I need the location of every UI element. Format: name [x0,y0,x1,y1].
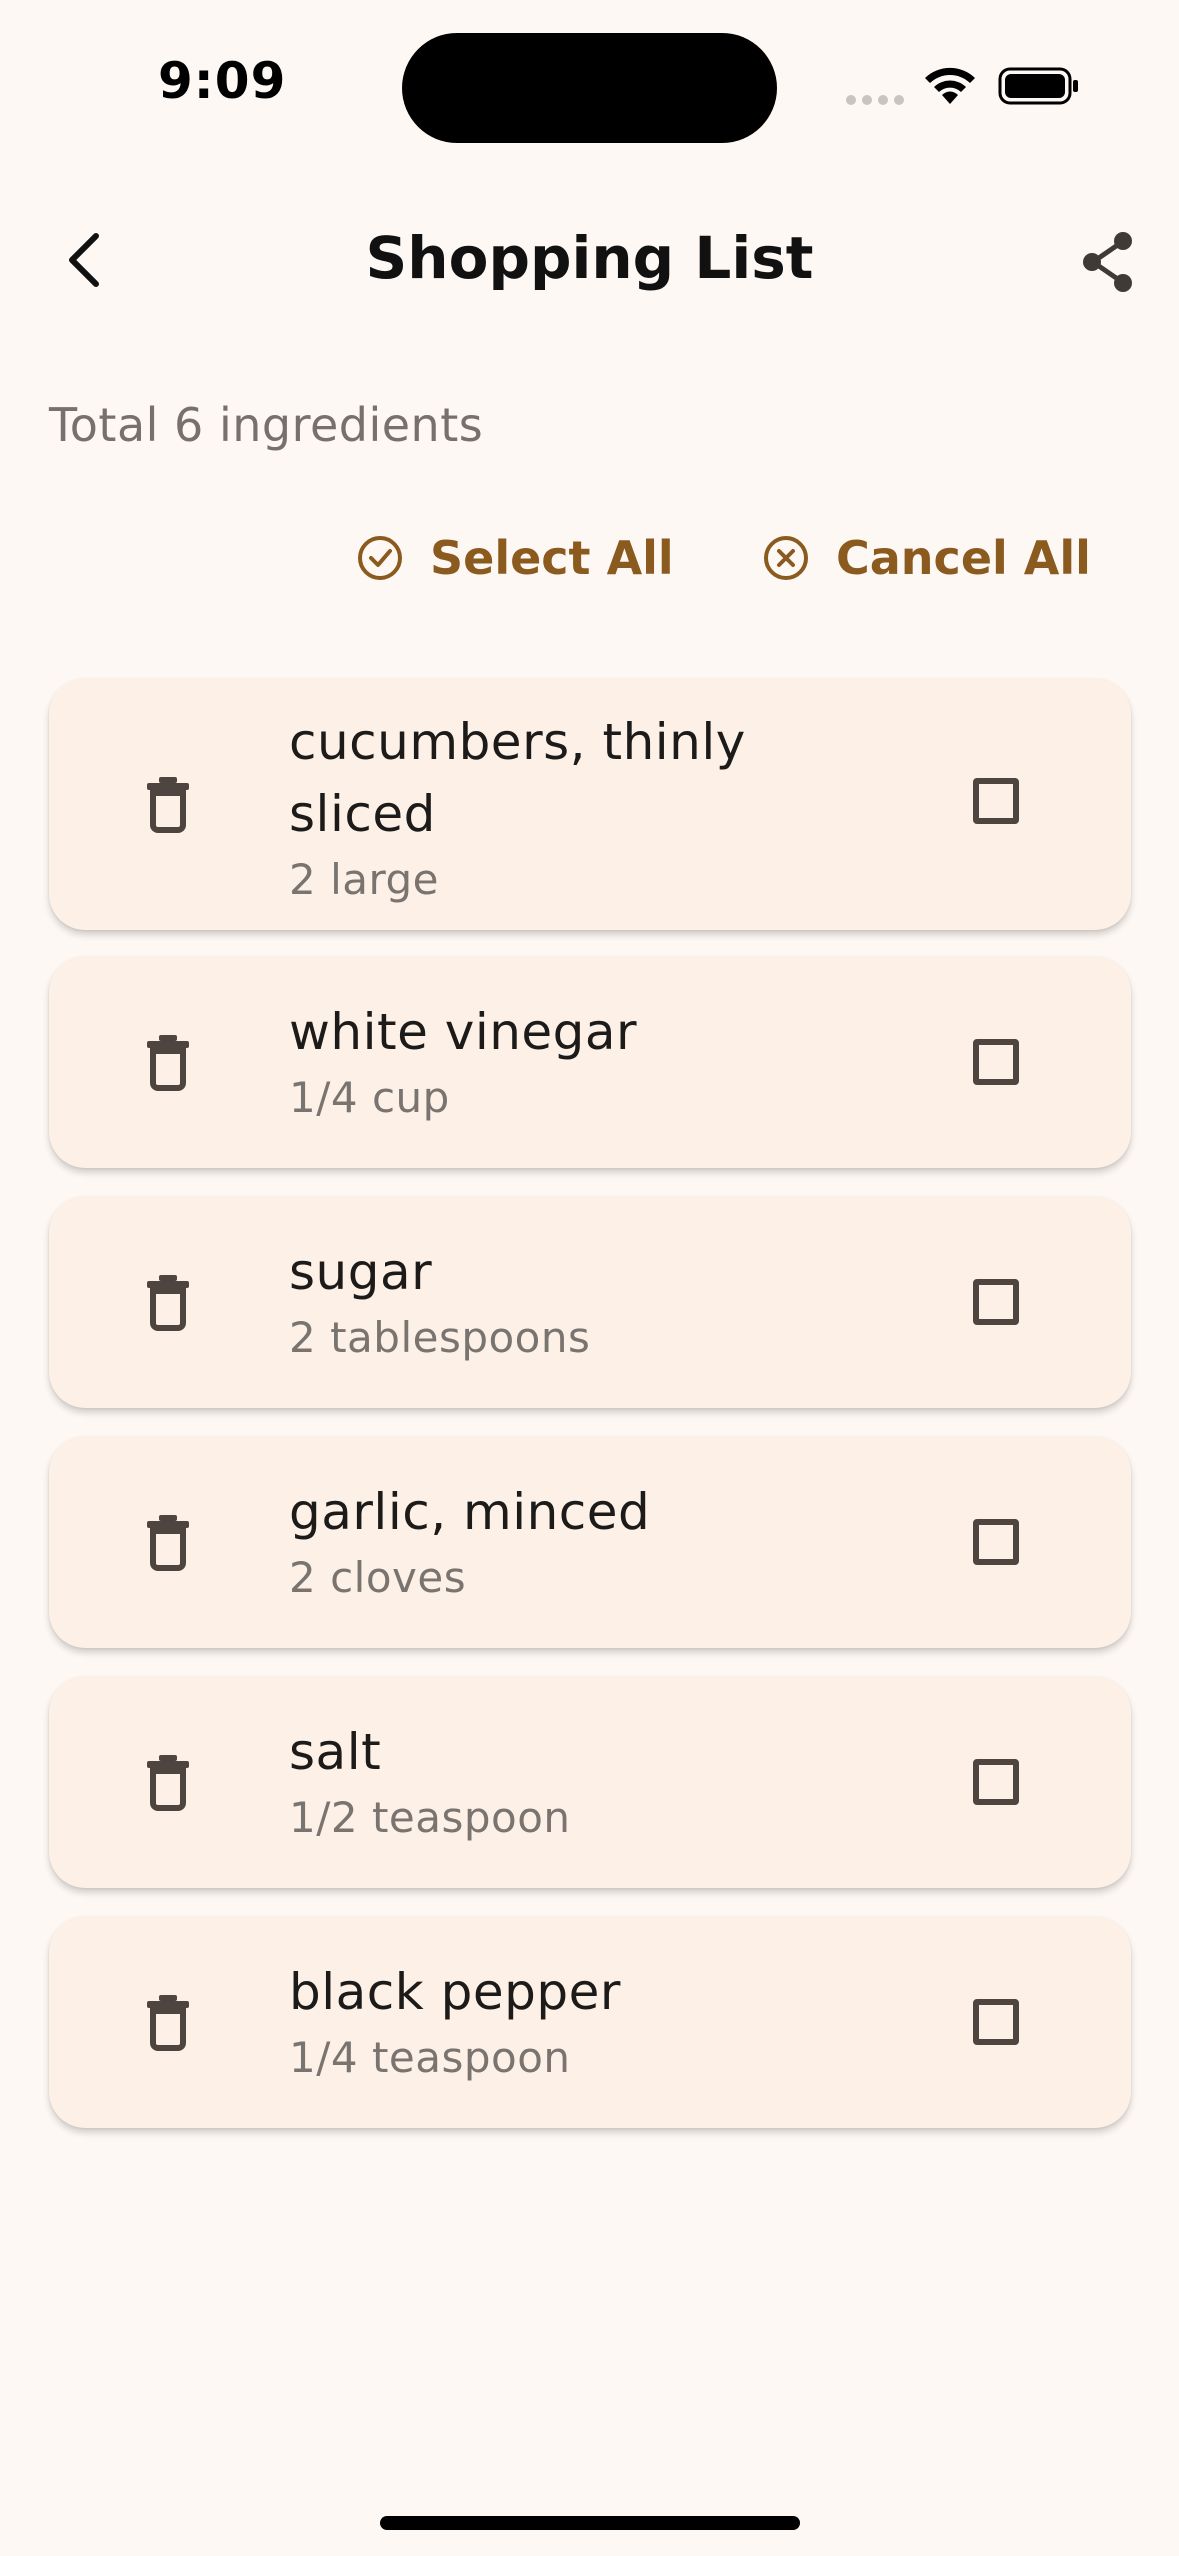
battery-icon [998,67,1078,105]
select-all-button[interactable]: Select All [356,528,674,588]
delete-button[interactable] [144,775,192,833]
select-all-label: Select All [430,531,674,585]
item-checkbox[interactable] [973,1519,1019,1565]
list-item: salt 1/2 teaspoon [49,1676,1131,1888]
share-icon [1083,232,1132,292]
item-name: cucumbers, thinly sliced [289,713,746,843]
item-checkbox[interactable] [973,1039,1019,1085]
item-quantity: 1/4 teaspoon [289,2033,571,2082]
cellular-signal-icon [846,95,904,105]
trash-icon [147,1995,189,2051]
item-name: black pepper [289,1963,621,2021]
total-ingredients-label: Total 6 ingredients [49,398,484,452]
item-name: garlic, minced [289,1483,651,1541]
page-title: Shopping List [365,224,814,292]
delete-button[interactable] [144,1033,192,1091]
cancel-all-button[interactable]: Cancel All [762,528,1091,588]
delete-button[interactable] [144,1273,192,1331]
wifi-icon [925,67,975,104]
home-indicator [380,2516,800,2530]
item-checkbox[interactable] [973,1999,1019,2045]
trash-icon [147,777,189,833]
item-name: sugar [289,1243,433,1301]
item-checkbox[interactable] [973,778,1019,824]
share-button[interactable] [1068,222,1148,302]
check-circle-icon [358,536,402,580]
list-item: garlic, minced 2 cloves [49,1436,1131,1648]
status-time: 9:09 [158,52,287,110]
item-quantity: 2 large [289,855,440,904]
trash-icon [147,1275,189,1331]
trash-icon [147,1035,189,1091]
item-name: white vinegar [289,1003,638,1061]
delete-button[interactable] [144,1513,192,1571]
cancel-circle-icon [764,536,808,580]
list-item: black pepper 1/4 teaspoon [49,1916,1131,2128]
item-quantity: 1/2 teaspoon [289,1793,571,1842]
trash-icon [147,1515,189,1571]
list-item: white vinegar 1/4 cup [49,956,1131,1168]
item-checkbox[interactable] [973,1759,1019,1805]
item-quantity: 2 cloves [289,1553,467,1602]
list-item: cucumbers, thinly sliced 2 large [49,678,1131,930]
item-quantity: 2 tablespoons [289,1313,591,1362]
dynamic-island [402,33,777,143]
cancel-all-label: Cancel All [836,531,1091,585]
delete-button[interactable] [144,1993,192,2051]
list-item: sugar 2 tablespoons [49,1196,1131,1408]
item-quantity: 1/4 cup [289,1073,450,1122]
trash-icon [147,1755,189,1811]
item-name: salt [289,1723,382,1781]
item-checkbox[interactable] [973,1279,1019,1325]
delete-button[interactable] [144,1753,192,1811]
